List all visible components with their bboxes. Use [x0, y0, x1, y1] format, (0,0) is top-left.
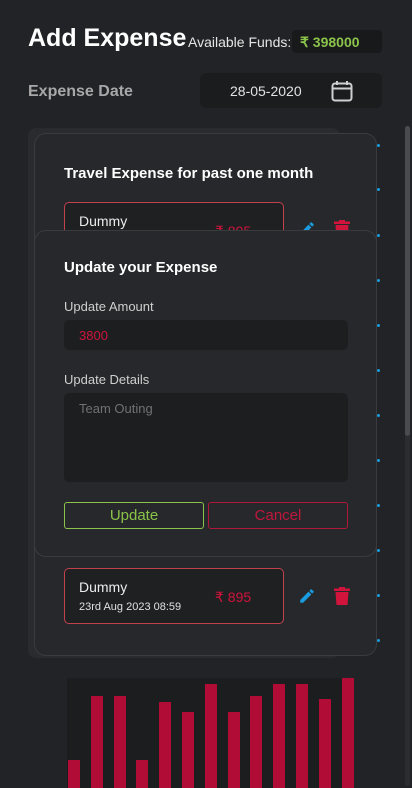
calendar-icon[interactable] — [331, 80, 353, 107]
chart-bar — [159, 702, 172, 788]
available-funds-value: ₹ 398000 — [292, 30, 382, 53]
update-amount-input[interactable] — [64, 320, 348, 350]
row-indicator-dot — [377, 459, 380, 462]
chart-bar — [90, 696, 103, 788]
expense-card-name: Dummy — [79, 213, 128, 229]
chart-bar — [68, 760, 80, 788]
row-indicator-dot — [377, 234, 380, 237]
expense-date-value: 28-05-2020 — [230, 83, 302, 99]
row-indicator-dot — [377, 549, 380, 552]
expense-card-date: 23rd Aug 2023 08:59 — [79, 601, 182, 613]
page-scrollbar[interactable] — [405, 126, 410, 786]
available-funds-label: Available Funds: — [188, 34, 292, 50]
expense-bar-chart — [67, 678, 354, 788]
chart-bar — [250, 696, 263, 788]
chart-bar — [204, 684, 217, 788]
update-details-input[interactable] — [64, 393, 348, 482]
row-indicator-dot — [377, 279, 380, 282]
chart-bar — [341, 678, 354, 788]
expense-date-label: Expense Date — [28, 83, 133, 100]
row-indicator-dot — [377, 369, 380, 372]
row-indicator-dot — [377, 188, 380, 191]
row-indicator-dot — [377, 594, 380, 597]
row-indicator-dot — [377, 324, 380, 327]
expense-card-amount: ₹ 895 — [215, 589, 252, 605]
chart-bar — [136, 760, 149, 788]
row-indicator-dot — [377, 504, 380, 507]
chart-bar — [227, 712, 240, 788]
chart-bar — [113, 696, 126, 788]
row-indicator-dot — [377, 414, 380, 417]
delete-icon[interactable] — [334, 587, 350, 610]
page-scrollbar-thumb[interactable] — [405, 126, 410, 436]
update-details-label: Update Details — [64, 372, 150, 387]
expense-list-title: Travel Expense for past one month — [64, 165, 314, 182]
expense-date-picker[interactable]: 28-05-2020 — [200, 73, 382, 108]
update-dialog-title: Update your Expense — [64, 259, 218, 276]
expense-card[interactable]: Dummy 23rd Aug 2023 08:59 ₹ 895 — [64, 568, 284, 624]
row-indicator-dot — [377, 639, 380, 642]
chart-bar — [296, 684, 308, 788]
row-indicator-dot — [377, 144, 380, 147]
chart-bar — [273, 684, 286, 788]
update-amount-label: Update Amount — [64, 299, 154, 314]
chart-bar — [182, 712, 194, 788]
cancel-button[interactable]: Cancel — [208, 502, 348, 529]
page-title: Add Expense — [28, 24, 187, 52]
expense-card-name: Dummy — [79, 579, 128, 595]
edit-icon[interactable] — [298, 587, 316, 610]
update-button[interactable]: Update — [64, 502, 204, 529]
update-expense-dialog: Update your Expense Update Amount Update… — [34, 230, 377, 557]
chart-bar — [318, 699, 331, 788]
